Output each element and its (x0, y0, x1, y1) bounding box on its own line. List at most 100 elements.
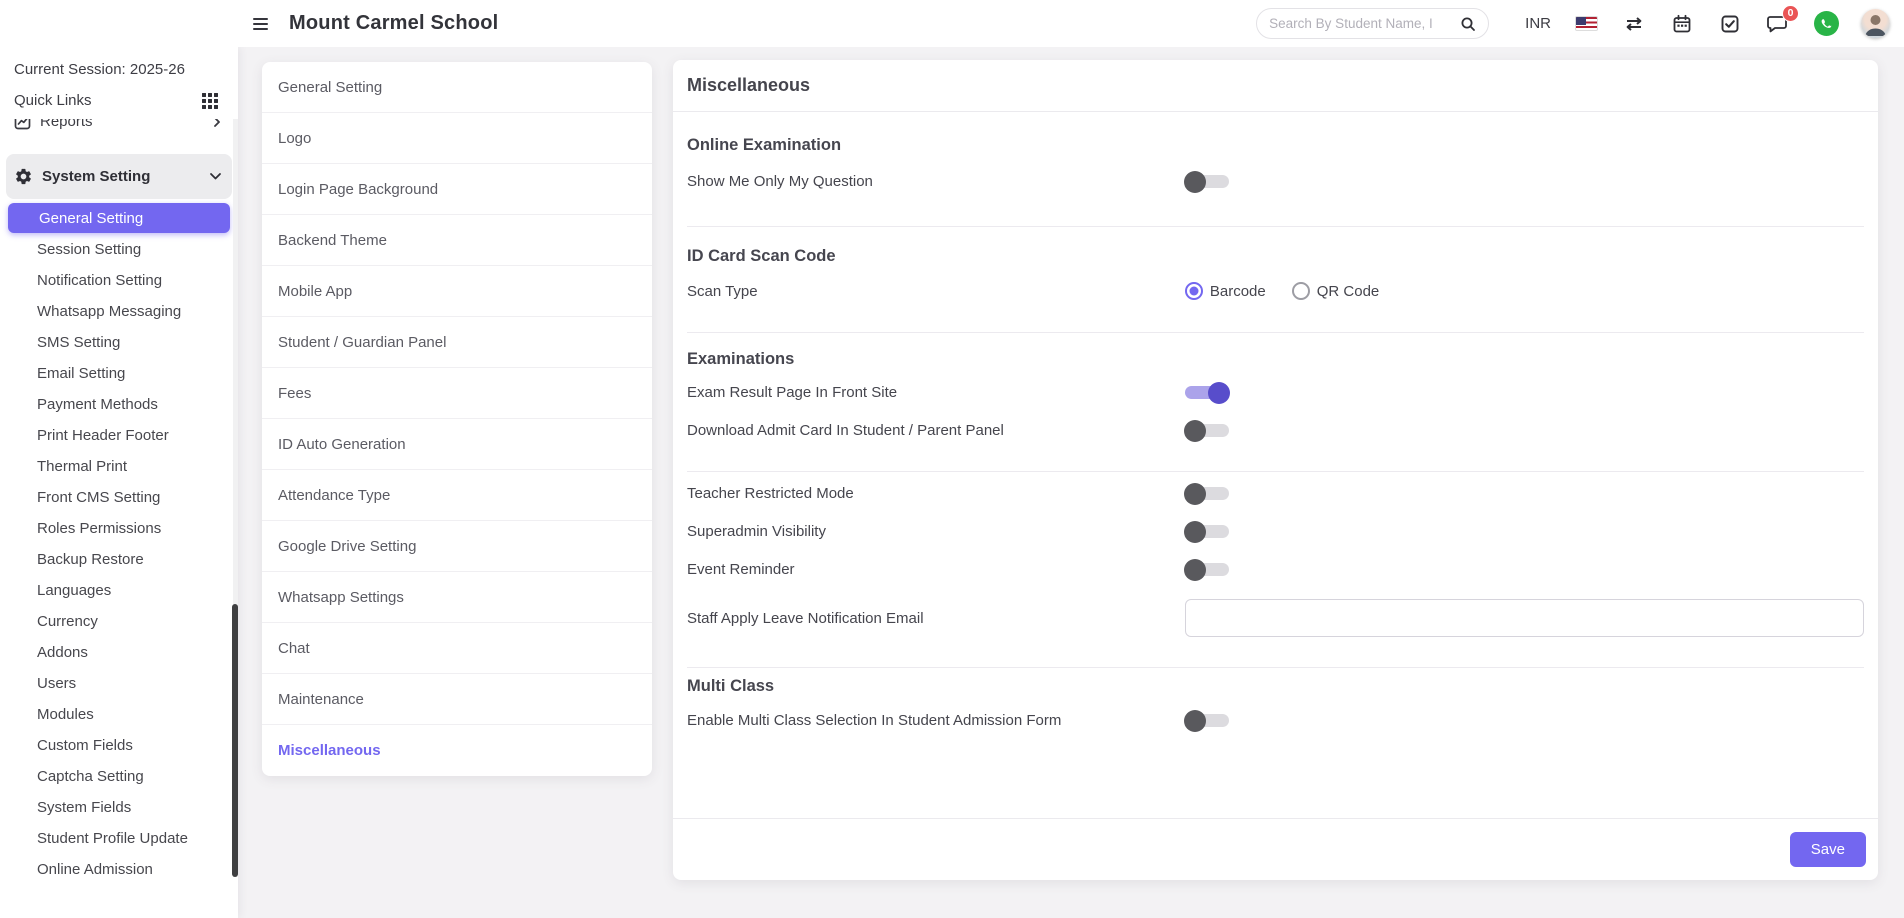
sidebar-item-captcha-setting[interactable]: Captcha Setting (6, 761, 232, 792)
staff-leave-email-label: Staff Apply Leave Notification Email (687, 610, 1185, 627)
currency-label[interactable]: INR (1525, 15, 1551, 32)
settings-tab-id-auto-generation[interactable]: ID Auto Generation (262, 419, 652, 470)
settings-tab-maintenance[interactable]: Maintenance (262, 674, 652, 725)
download-admit-card-label: Download Admit Card In Student / Parent … (687, 422, 1185, 439)
global-search[interactable] (1256, 8, 1489, 39)
main-sidebar: Current Session: 2025-26 Quick Links Rep… (0, 47, 238, 918)
reports-icon (14, 119, 31, 130)
sidebar-item-whatsapp-messaging[interactable]: Whatsapp Messaging (6, 296, 232, 327)
settings-tab-student-guardian-panel[interactable]: Student / Guardian Panel (262, 317, 652, 368)
sidebar-item-label: Reports (40, 119, 203, 130)
sidebar-item-online-admission[interactable]: Online Admission (6, 854, 232, 877)
current-session-label: Current Session: 2025-26 (0, 55, 238, 78)
session-swap-icon[interactable] (1621, 11, 1647, 37)
sidebar-item-users[interactable]: Users (6, 668, 232, 699)
setting-row: Event Reminder (687, 561, 1864, 578)
quick-links-row: Quick Links (0, 78, 238, 119)
download-admit-card-toggle[interactable] (1185, 424, 1229, 437)
section-divider (687, 332, 1864, 333)
sidebar-item-system-setting[interactable]: System Setting (6, 154, 232, 199)
section-examinations: Examinations (687, 350, 1864, 369)
panel-header: Miscellaneous (673, 60, 1878, 112)
settings-tab-miscellaneous[interactable]: Miscellaneous (262, 725, 652, 776)
sidebar-menu: Reports System Setting General Setting S… (0, 119, 238, 877)
enable-multi-class-toggle[interactable] (1185, 714, 1229, 727)
scan-type-label: Scan Type (687, 283, 1185, 300)
sidebar-item-label: System Setting (42, 168, 200, 185)
sidebar-item-thermal-print[interactable]: Thermal Print (6, 451, 232, 482)
sidebar-item-payment-methods[interactable]: Payment Methods (6, 389, 232, 420)
chat-icon[interactable]: 0 (1765, 11, 1791, 37)
quick-links-label: Quick Links (14, 92, 92, 109)
staff-leave-email-input[interactable] (1185, 599, 1864, 637)
sidebar-item-session-setting[interactable]: Session Setting (6, 234, 232, 265)
setting-row: Scan Type Barcode QR Code (687, 282, 1864, 300)
settings-tab-mobile-app[interactable]: Mobile App (262, 266, 652, 317)
settings-tab-backend-theme[interactable]: Backend Theme (262, 215, 652, 266)
sidebar-item-currency[interactable]: Currency (6, 606, 232, 637)
sidebar-item-general-setting[interactable]: General Setting (8, 203, 230, 233)
user-avatar[interactable] (1861, 9, 1890, 38)
gear-icon (14, 167, 33, 186)
settings-tab-login-page-background[interactable]: Login Page Background (262, 164, 652, 215)
barcode-radio[interactable] (1185, 282, 1203, 300)
search-input[interactable] (1269, 16, 1460, 31)
show-me-only-my-question-toggle[interactable] (1185, 175, 1229, 188)
teacher-restricted-mode-toggle[interactable] (1185, 487, 1229, 500)
tasks-icon[interactable] (1717, 11, 1743, 37)
sidebar-item-roles-permissions[interactable]: Roles Permissions (6, 513, 232, 544)
settings-tab-chat[interactable]: Chat (262, 623, 652, 674)
qr-code-radio-option[interactable]: QR Code (1292, 282, 1380, 300)
system-setting-submenu: General Setting Session Setting Notifica… (6, 203, 232, 877)
sidebar-item-reports[interactable]: Reports (6, 119, 232, 140)
calendar-icon[interactable] (1669, 11, 1695, 37)
chevron-down-icon (209, 172, 222, 181)
sidebar-item-notification-setting[interactable]: Notification Setting (6, 265, 232, 296)
setting-row: Download Admit Card In Student / Parent … (687, 422, 1864, 439)
sidebar-item-languages[interactable]: Languages (6, 575, 232, 606)
sidebar-item-student-profile-update[interactable]: Student Profile Update (6, 823, 232, 854)
header-actions: INR (1256, 8, 1890, 39)
panel-footer: Save (673, 818, 1878, 880)
school-title: Mount Carmel School (289, 12, 498, 35)
settings-tab-fees[interactable]: Fees (262, 368, 652, 419)
sidebar-item-modules[interactable]: Modules (6, 699, 232, 730)
barcode-radio-option[interactable]: Barcode (1185, 282, 1266, 300)
search-icon[interactable] (1460, 16, 1476, 32)
superadmin-visibility-toggle[interactable] (1185, 525, 1229, 538)
menu-toggle-icon[interactable] (253, 14, 273, 34)
whatsapp-icon[interactable] (1813, 11, 1839, 37)
save-button[interactable]: Save (1790, 832, 1866, 867)
sidebar-item-backup-restore[interactable]: Backup Restore (6, 544, 232, 575)
exam-result-page-toggle[interactable] (1185, 386, 1229, 399)
sidebar-item-addons[interactable]: Addons (6, 637, 232, 668)
settings-tab-general-setting[interactable]: General Setting (262, 62, 652, 113)
setting-row: Superadmin Visibility (687, 523, 1864, 540)
settings-tab-whatsapp-settings[interactable]: Whatsapp Settings (262, 572, 652, 623)
settings-tab-google-drive-setting[interactable]: Google Drive Setting (262, 521, 652, 572)
sidebar-item-email-setting[interactable]: Email Setting (6, 358, 232, 389)
sidebar-item-print-header-footer[interactable]: Print Header Footer (6, 420, 232, 451)
sidebar-scrollbar-thumb[interactable] (232, 604, 238, 877)
settings-nav-card: General Setting Logo Login Page Backgrou… (262, 62, 652, 776)
qr-code-radio[interactable] (1292, 282, 1310, 300)
superadmin-visibility-label: Superadmin Visibility (687, 523, 1185, 540)
chevron-right-icon (212, 119, 222, 128)
section-multi-class: Multi Class (687, 677, 1864, 696)
chat-badge: 0 (1782, 5, 1799, 22)
exam-result-page-label: Exam Result Page In Front Site (687, 384, 1185, 401)
top-header: Mount Carmel School INR (0, 0, 1904, 47)
settings-tab-logo[interactable]: Logo (262, 113, 652, 164)
sidebar-item-system-fields[interactable]: System Fields (6, 792, 232, 823)
settings-tab-attendance-type[interactable]: Attendance Type (262, 470, 652, 521)
sidebar-item-custom-fields[interactable]: Custom Fields (6, 730, 232, 761)
sidebar-item-sms-setting[interactable]: SMS Setting (6, 327, 232, 358)
quick-links-grid-icon[interactable] (202, 93, 218, 109)
event-reminder-label: Event Reminder (687, 561, 1185, 578)
barcode-radio-label: Barcode (1210, 283, 1266, 300)
sidebar-item-front-cms-setting[interactable]: Front CMS Setting (6, 482, 232, 513)
setting-row: Staff Apply Leave Notification Email (687, 599, 1864, 637)
section-divider (687, 667, 1864, 668)
language-flag-icon[interactable] (1573, 11, 1599, 37)
event-reminder-toggle[interactable] (1185, 563, 1229, 576)
